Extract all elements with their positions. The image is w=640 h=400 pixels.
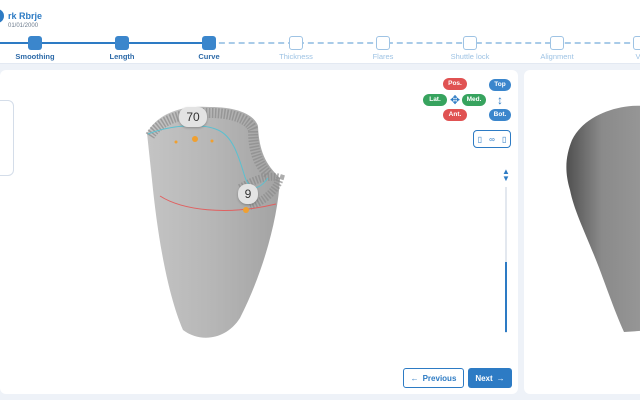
app-root: rk Rbrje 01/01/2000 Smoothing Length Cur… bbox=[0, 0, 640, 400]
socket-body bbox=[147, 106, 280, 338]
socket-3d-model[interactable] bbox=[0, 70, 518, 394]
left-socket-icon: ▯ bbox=[477, 134, 482, 144]
patient-name: rk Rbrje bbox=[8, 11, 43, 21]
step-smoothing-label[interactable]: Smoothing bbox=[15, 52, 54, 61]
view-top-button[interactable]: Top bbox=[489, 79, 511, 91]
measurement-label-lower: 9 bbox=[238, 184, 258, 204]
step-flares-marker[interactable] bbox=[376, 36, 390, 50]
view-bottom-button[interactable]: Bot. bbox=[489, 109, 511, 121]
link-views-toggle[interactable]: ▯ ∞ ▯ bbox=[473, 130, 511, 148]
right-socket-icon: ▯ bbox=[502, 134, 507, 144]
step-length-label[interactable]: Length bbox=[110, 52, 135, 61]
arrow-right-icon: → bbox=[496, 373, 505, 383]
avatar bbox=[0, 9, 4, 23]
view-medial-button[interactable]: Med. bbox=[462, 94, 486, 106]
step-length-marker[interactable] bbox=[115, 36, 129, 50]
control-point-upper[interactable] bbox=[192, 136, 198, 142]
view-anterior-button[interactable]: Ant. bbox=[443, 109, 467, 121]
step-alignment-label[interactable]: Alignment bbox=[540, 52, 573, 61]
step-shuttle-lock-marker[interactable] bbox=[463, 36, 477, 50]
scroll-up-down-icon[interactable]: ▲ ▼ bbox=[500, 168, 512, 183]
move-arrows-icon[interactable]: ✥ bbox=[449, 94, 461, 106]
step-alignment-marker[interactable] bbox=[550, 36, 564, 50]
slider-thumb[interactable] bbox=[505, 262, 507, 332]
next-button[interactable]: Next → bbox=[468, 368, 512, 388]
step-flares-label[interactable]: Flares bbox=[373, 52, 394, 61]
previous-button[interactable]: ← Previous bbox=[403, 368, 464, 388]
patient-date: 01/01/2000 bbox=[8, 23, 39, 29]
stepper-header: rk Rbrje 01/01/2000 Smoothing Length Cur… bbox=[0, 0, 640, 64]
control-point-minor[interactable] bbox=[174, 140, 178, 144]
step-curve-marker[interactable] bbox=[202, 36, 216, 50]
link-icon: ∞ bbox=[489, 134, 495, 144]
previous-label: Previous bbox=[422, 373, 457, 383]
secondary-viewer-panel bbox=[524, 70, 640, 394]
vertical-arrows-icon[interactable]: ↕ bbox=[495, 93, 505, 107]
main-viewer-panel: 70 9 Pos. Lat. ✥ Med. Ant. Top ↕ Bot. ▯ … bbox=[0, 70, 518, 394]
step-smoothing-marker[interactable] bbox=[28, 36, 42, 50]
control-point-minor[interactable] bbox=[210, 139, 214, 143]
view-lateral-button[interactable]: Lat. bbox=[423, 94, 447, 106]
step-shuttle-lock-label[interactable]: Shuttle lock bbox=[451, 52, 490, 61]
step-next-label[interactable]: V bbox=[635, 52, 640, 61]
measurement-label-upper: 70 bbox=[179, 107, 207, 127]
step-thickness-label[interactable]: Thickness bbox=[279, 52, 313, 61]
step-next-marker[interactable] bbox=[633, 36, 640, 50]
step-curve-label[interactable]: Curve bbox=[198, 52, 219, 61]
arrow-left-icon: ← bbox=[410, 373, 419, 383]
preview-socket-body bbox=[566, 105, 640, 332]
control-point-lower[interactable] bbox=[243, 207, 249, 213]
progress-line-pending bbox=[209, 42, 640, 44]
next-label: Next bbox=[475, 373, 493, 383]
step-thickness-marker[interactable] bbox=[289, 36, 303, 50]
view-posterior-button[interactable]: Pos. bbox=[443, 78, 467, 90]
socket-3d-model-preview[interactable] bbox=[524, 70, 640, 394]
